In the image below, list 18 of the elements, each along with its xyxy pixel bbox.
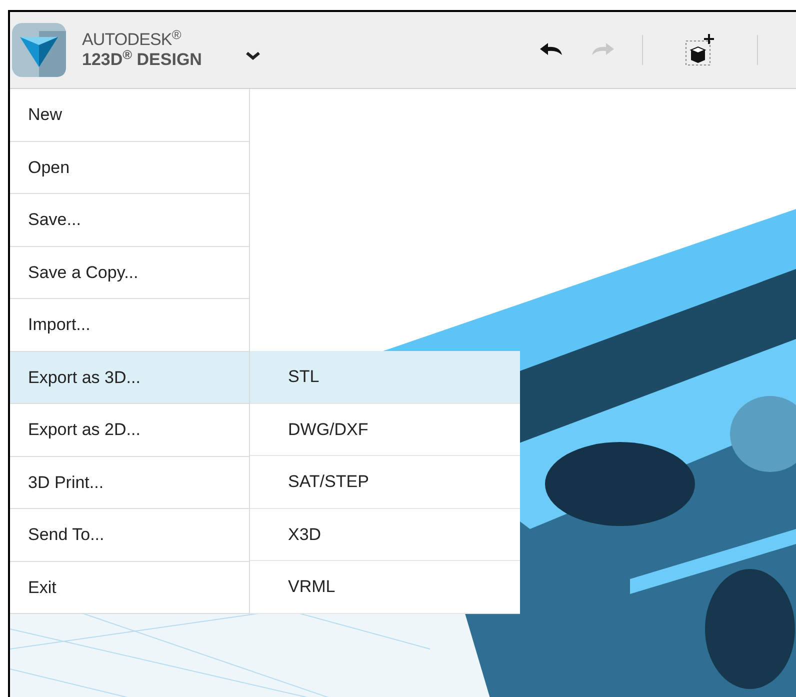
menu-item[interactable]: 3D Print... bbox=[10, 456, 250, 509]
menu-item[interactable]: Send To... bbox=[10, 509, 250, 562]
menu-item[interactable]: Export as 2D... bbox=[10, 404, 250, 456]
menu-item[interactable]: New bbox=[10, 89, 250, 142]
logo-icon bbox=[12, 23, 66, 77]
menu-item[interactable]: Save a Copy... bbox=[10, 246, 250, 299]
menu-item[interactable]: Save... bbox=[10, 194, 250, 246]
undo-icon bbox=[538, 42, 564, 58]
product-name: 123D$^{®}$ DESIGN bbox=[82, 50, 202, 70]
submenu-item[interactable]: STL bbox=[250, 351, 520, 404]
menu-item[interactable]: Import... bbox=[10, 299, 250, 352]
brand-name: AUTODESK$^{®}$ bbox=[82, 30, 182, 50]
menu-item[interactable]: Open bbox=[10, 142, 250, 194]
menu-item[interactable]: Export as 3D... bbox=[10, 352, 250, 404]
cube-move-icon bbox=[684, 33, 715, 67]
chevron-down-icon bbox=[244, 51, 261, 61]
redo-icon bbox=[590, 42, 616, 58]
menu-item[interactable]: Exit bbox=[10, 562, 250, 614]
